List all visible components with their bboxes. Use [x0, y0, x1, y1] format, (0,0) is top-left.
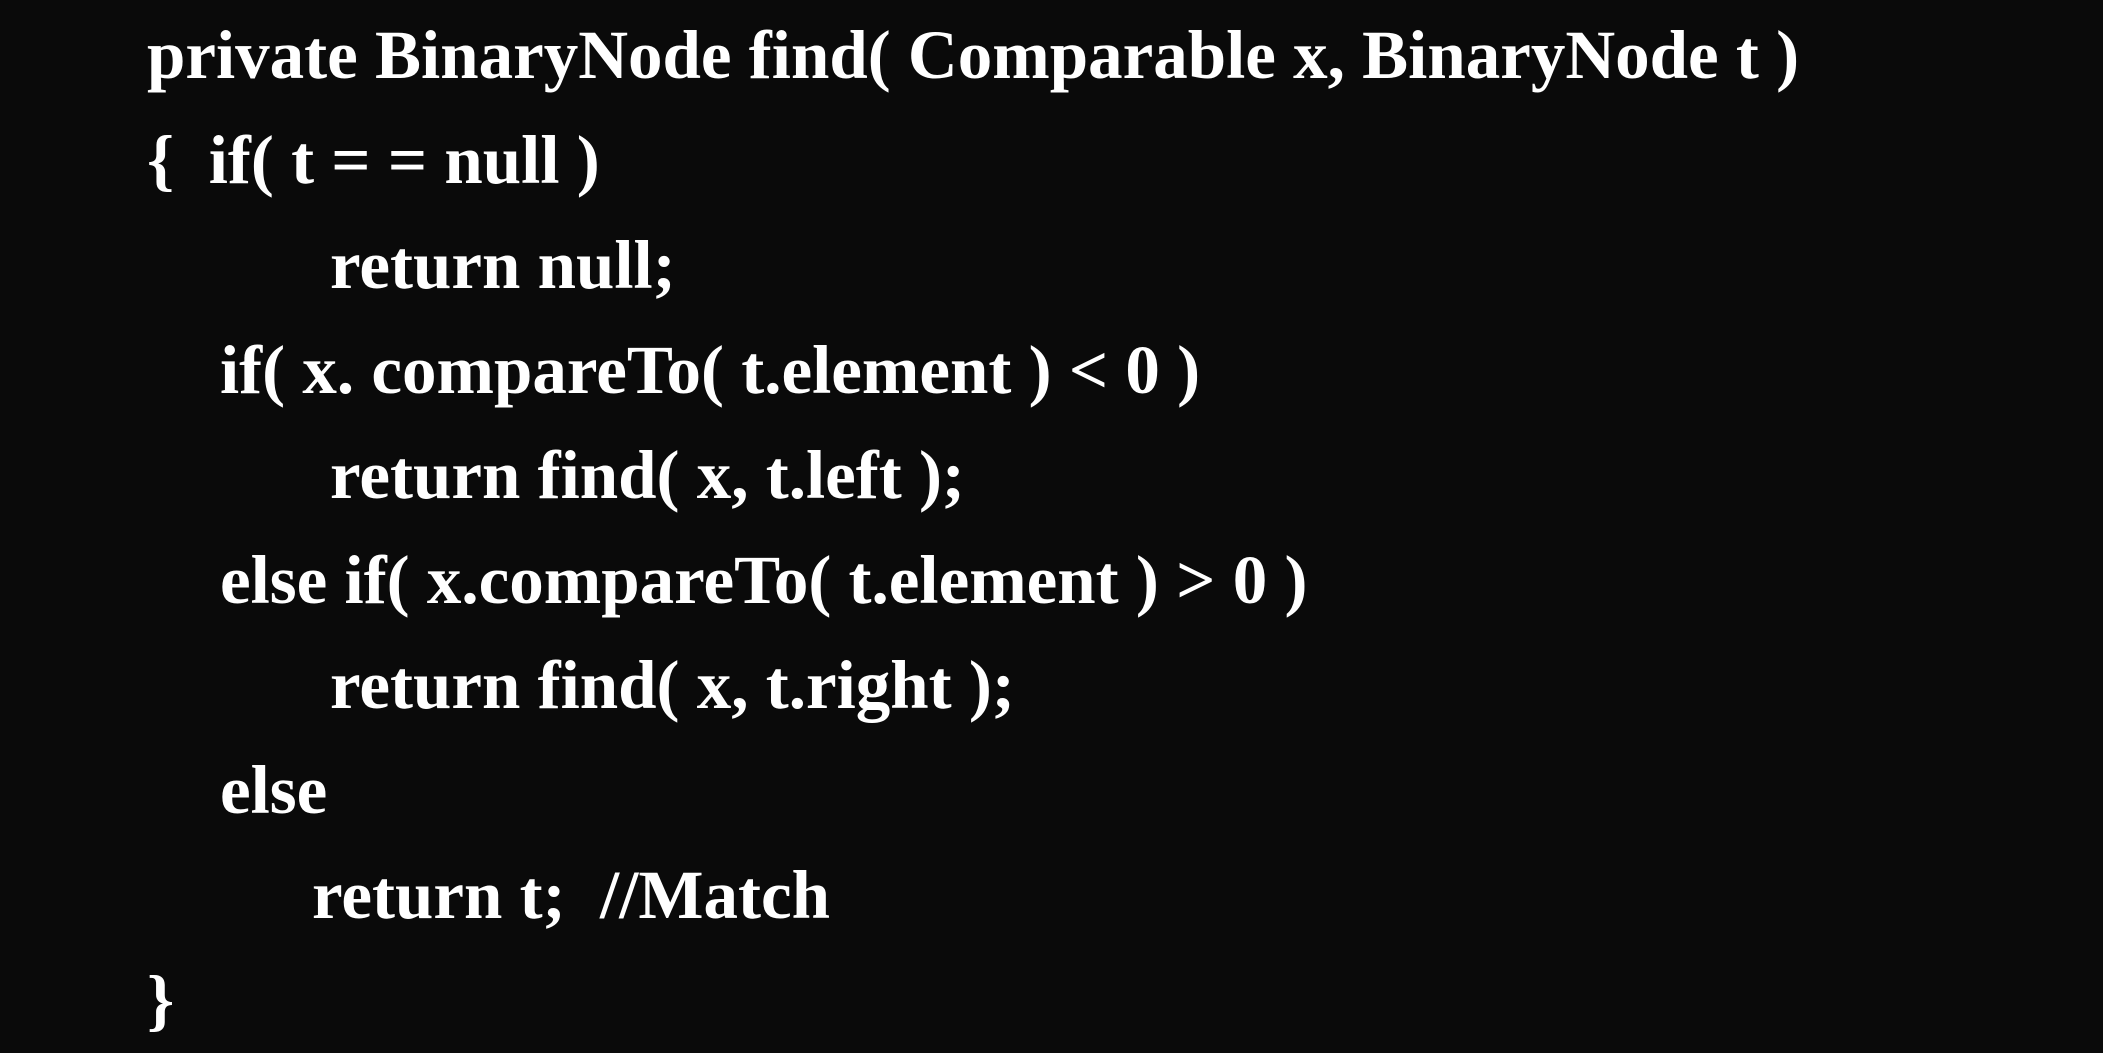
return-right-line: return find( x, t.right );: [330, 647, 1015, 723]
null-check-line: { if( t = = null ): [147, 122, 600, 198]
return-null-line: return null;: [330, 227, 676, 303]
closing-brace-line: }: [147, 962, 175, 1038]
greater-than-check-line: else if( x.compareTo( t.element ) > 0 ): [220, 542, 1308, 618]
return-match-line: return t; //Match: [312, 857, 831, 933]
else-line: else: [220, 752, 328, 828]
method-signature-line: private BinaryNode find( Comparable x, B…: [147, 17, 1800, 93]
less-than-check-line: if( x. compareTo( t.element ) < 0 ): [220, 332, 1201, 408]
code-slide: private BinaryNode find( Comparable x, B…: [0, 0, 2103, 1053]
return-left-line: return find( x, t.left );: [330, 437, 965, 513]
